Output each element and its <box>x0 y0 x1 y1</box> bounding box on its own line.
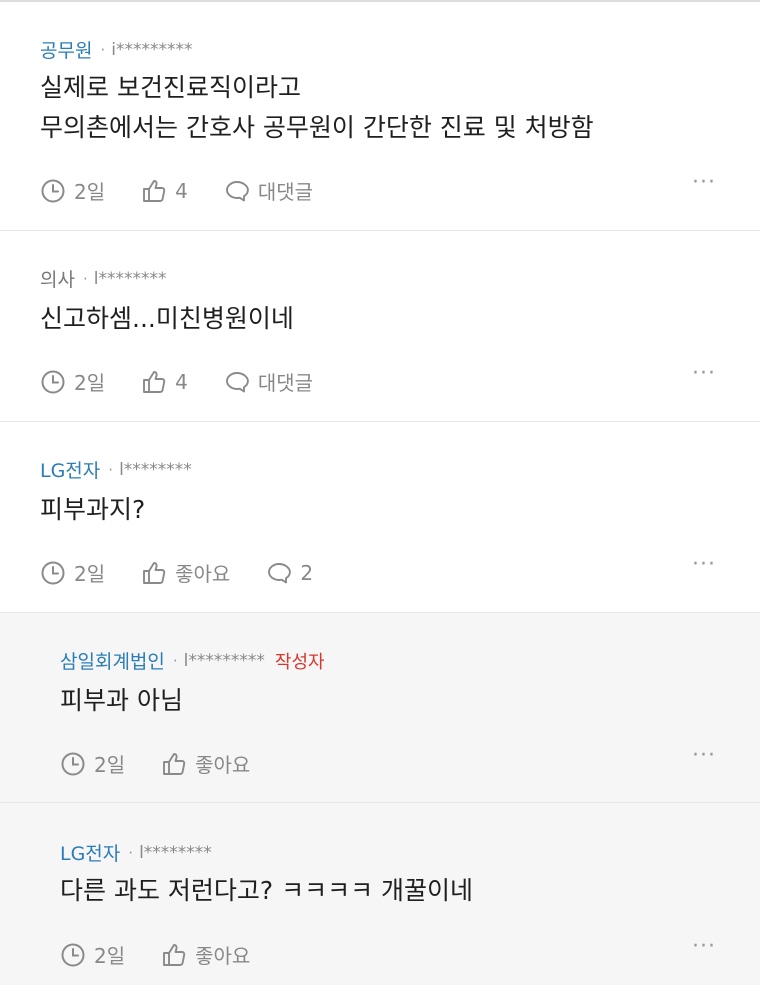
time-stamp: 2일 <box>40 558 105 587</box>
reply-button[interactable]: 대댓글 <box>224 367 313 396</box>
comment-actions: 2일 4 대댓글 <box>40 176 349 205</box>
more-options-button[interactable]: ··· <box>692 170 716 195</box>
speech-bubble-icon <box>268 562 292 583</box>
comment-body: 실제로 보건진료직이라고 무의촌에서는 간호사 공무원이 간단한 진료 및 처방… <box>40 68 594 148</box>
meta-separator: · <box>108 460 114 479</box>
company-name[interactable]: LG전자 <box>40 456 100 483</box>
time-text: 2일 <box>74 562 106 586</box>
clock-icon <box>41 179 65 202</box>
more-options-button[interactable]: ··· <box>692 934 716 959</box>
reply-button[interactable]: 대댓글 <box>224 176 313 205</box>
like-button[interactable]: 좋아요 <box>161 749 250 778</box>
like-label: 좋아요 <box>195 944 251 968</box>
meta-separator: · <box>100 40 106 59</box>
comment-item: 공무원 · i********* 실제로 보건진료직이라고 무의촌에서는 간호사… <box>0 2 760 231</box>
like-count: 4 <box>175 178 188 203</box>
meta-separator: · <box>82 269 88 288</box>
time-stamp: 2일 <box>60 940 125 969</box>
company-name[interactable]: 의사 <box>40 265 75 292</box>
clock-icon <box>41 561 65 584</box>
reply-label: 대댓글 <box>257 180 314 204</box>
like-label: 좋아요 <box>195 753 251 777</box>
comment-line: 실제로 보건진료직이라고 <box>40 73 301 102</box>
company-name[interactable]: 삼일회계법인 <box>60 647 165 674</box>
comment-meta: LG전자 · l******** <box>60 839 212 866</box>
meta-separator: · <box>172 651 178 670</box>
comment-actions: 2일 4 대댓글 <box>40 367 349 396</box>
author-badge: 작성자 <box>274 651 325 673</box>
thumbs-up-icon <box>163 752 186 775</box>
reply-count: 2 <box>300 560 314 585</box>
like-button[interactable]: 좋아요 <box>141 558 230 587</box>
comment-actions: 2일 좋아요 <box>60 940 286 969</box>
comment-line: 무의촌에서는 간호사 공무원이 간단한 진료 및 처방함 <box>40 113 594 142</box>
user-id: l******** <box>93 268 167 289</box>
thumbs-up-icon <box>163 943 186 966</box>
more-options-button[interactable]: ··· <box>692 552 716 577</box>
user-id: i********* <box>111 39 193 60</box>
comment-meta: 삼일회계법인 · l********* 작성자 <box>60 647 325 674</box>
speech-bubble-icon <box>225 180 249 201</box>
clock-icon <box>61 752 85 775</box>
like-label: 좋아요 <box>175 562 231 586</box>
reply-label: 대댓글 <box>257 371 314 395</box>
comment-line: 다른 과도 저런다고? ㅋㅋㅋㅋ 개꿀이네 <box>60 876 474 905</box>
time-text: 2일 <box>94 944 126 968</box>
comment-body: 신고하셈...미친병원이네 <box>40 299 294 339</box>
time-stamp: 2일 <box>60 749 125 778</box>
time-stamp: 2일 <box>40 367 105 396</box>
time-stamp: 2일 <box>40 176 105 205</box>
comment-body: 피부과 아님 <box>60 681 183 721</box>
like-button[interactable]: 좋아요 <box>161 940 250 969</box>
more-options-button[interactable]: ··· <box>692 743 716 768</box>
user-id: l******** <box>119 459 192 480</box>
clock-icon <box>41 370 65 393</box>
like-count: 4 <box>175 369 188 394</box>
comment-line: 피부과지? <box>40 495 146 524</box>
comment-line: 신고하셈...미친병원이네 <box>40 304 294 333</box>
user-id: l********* <box>183 650 265 671</box>
time-text: 2일 <box>74 180 106 204</box>
clock-icon <box>61 943 85 966</box>
reply-item: LG전자 · l******** 다른 과도 저런다고? ㅋㅋㅋㅋ 개꿀이네 2… <box>0 803 760 985</box>
comment-item: LG전자 · l******** 피부과지? 2일 좋아요 2 ··· <box>0 422 760 613</box>
more-options-button[interactable]: ··· <box>692 361 716 386</box>
comment-actions: 2일 좋아요 <box>60 749 286 778</box>
time-text: 2일 <box>74 371 106 395</box>
thumbs-up-icon <box>143 370 166 393</box>
like-button[interactable]: 4 <box>141 369 188 395</box>
comment-actions: 2일 좋아요 2 <box>40 558 349 587</box>
time-text: 2일 <box>94 753 126 777</box>
thumbs-up-icon <box>143 561 166 584</box>
comment-body: 다른 과도 저런다고? ㅋㅋㅋㅋ 개꿀이네 <box>60 871 473 911</box>
speech-bubble-icon <box>225 371 249 392</box>
comment-meta: 의사 · l******** <box>40 265 166 292</box>
like-button[interactable]: 4 <box>141 178 188 204</box>
reply-button[interactable]: 2 <box>266 560 313 586</box>
comment-meta: 공무원 · i********* <box>40 36 192 63</box>
meta-separator: · <box>128 843 134 862</box>
comment-meta: LG전자 · l******** <box>40 456 192 483</box>
user-id: l******** <box>139 842 212 863</box>
thumbs-up-icon <box>143 179 166 202</box>
comment-body: 피부과지? <box>40 490 145 530</box>
comment-item: 의사 · l******** 신고하셈...미친병원이네 2일 4 대댓글 ··… <box>0 231 760 422</box>
company-name[interactable]: 공무원 <box>40 36 92 63</box>
comment-line: 피부과 아님 <box>60 686 183 715</box>
reply-item: 삼일회계법인 · l********* 작성자 피부과 아님 2일 좋아요 ··… <box>0 613 760 803</box>
company-name[interactable]: LG전자 <box>60 839 120 866</box>
